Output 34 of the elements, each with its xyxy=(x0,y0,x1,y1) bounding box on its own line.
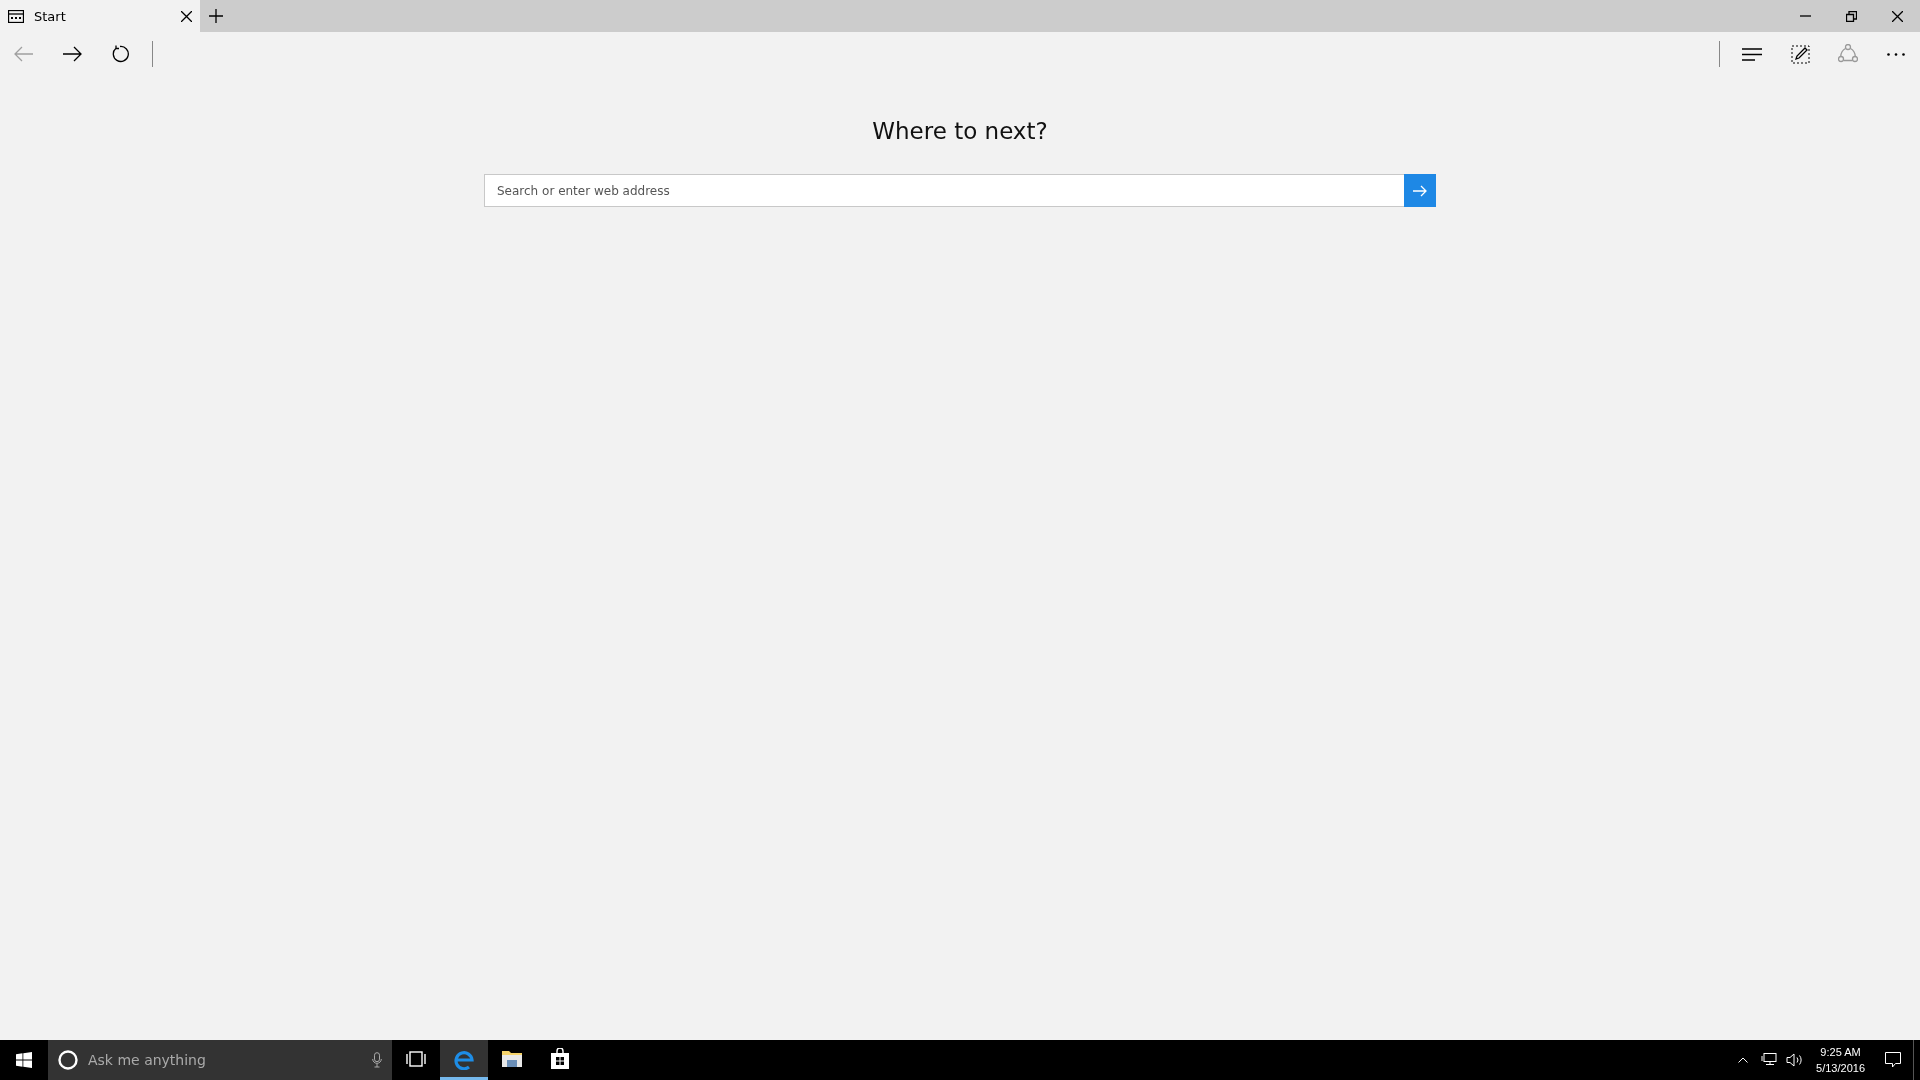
clock-time: 9:25 AM xyxy=(1820,1045,1861,1060)
tab-title: Start xyxy=(34,8,67,24)
page-heading: Where to next? xyxy=(872,118,1048,144)
minimize-icon xyxy=(1799,15,1811,17)
circle-icon xyxy=(58,1050,78,1070)
pen-icon xyxy=(1790,44,1810,64)
share-icon xyxy=(1838,44,1858,64)
taskbar-app-button[interactable] xyxy=(440,1040,488,1080)
browser-tab[interactable]: Start xyxy=(0,0,200,32)
page-icon xyxy=(8,9,24,23)
plus-icon xyxy=(209,9,223,23)
more-icon xyxy=(1887,52,1905,56)
speech-bubble-icon xyxy=(1885,1052,1901,1068)
microphone-icon[interactable] xyxy=(372,1052,382,1068)
address-search-field[interactable]: Search or enter web address xyxy=(484,174,1404,207)
restore-icon xyxy=(1845,10,1857,22)
go-button[interactable] xyxy=(1404,174,1436,207)
close-icon xyxy=(1891,10,1903,22)
cortana-search-box[interactable]: Ask me anything xyxy=(48,1040,392,1080)
clock-button[interactable]: 9:25 AM 5/13/2016 xyxy=(1808,1040,1873,1080)
clock-date: 5/13/2016 xyxy=(1816,1061,1865,1076)
windows-logo-icon xyxy=(16,1052,32,1068)
right-arrow-icon xyxy=(1413,184,1427,197)
forward-arrow-icon xyxy=(62,46,82,62)
lines-icon xyxy=(1742,47,1762,61)
task-view-icon xyxy=(405,1050,427,1067)
back-arrow-icon xyxy=(14,46,34,62)
close-tab-icon[interactable] xyxy=(181,10,192,22)
store-bag-icon xyxy=(550,1047,570,1070)
speaker-icon xyxy=(1786,1053,1805,1067)
chevron-up-icon xyxy=(1738,1057,1749,1063)
network-monitor-icon xyxy=(1761,1053,1778,1067)
folder-icon xyxy=(501,1049,523,1068)
refresh-icon xyxy=(111,45,129,63)
